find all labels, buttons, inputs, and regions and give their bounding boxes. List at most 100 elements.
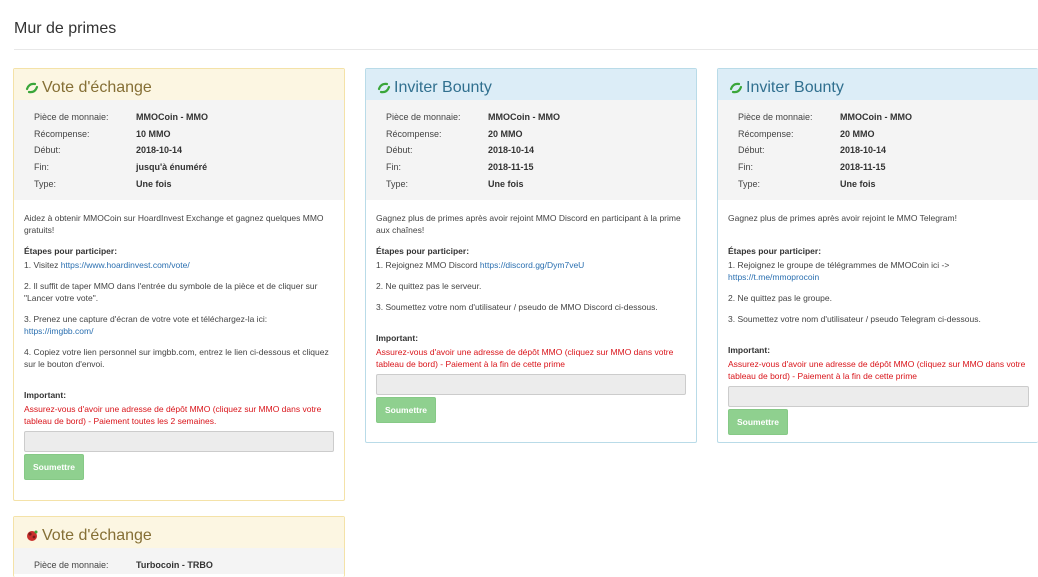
step-item: 3. Soumettez votre nom d'utilisateur / p…: [728, 313, 1028, 325]
bounty-details: Pièce de monnaie: MMOCoin - MMO Récompens…: [14, 100, 344, 200]
detail-value: 2018-10-14: [840, 145, 887, 156]
detail-row-type: Type: Une fois: [386, 175, 686, 192]
submit-button[interactable]: Soumettre: [376, 396, 437, 423]
telegram-username-input[interactable]: [728, 385, 1029, 407]
important-warning: Assurez-vous d'avoir une adresse de dépô…: [728, 358, 1026, 381]
step-item: 3. Soumettez votre nom d'utilisateur / p…: [376, 301, 686, 313]
detail-label: Type:: [34, 178, 57, 189]
card-header: Inviter Bounty: [718, 69, 1038, 100]
detail-label: Début:: [386, 145, 413, 156]
steps-heading: Étapes pour participer:: [376, 245, 470, 256]
step-item: 4. Copiez votre lien personnel sur imgbb…: [24, 346, 334, 370]
step-link[interactable]: https://discord.gg/Dym7veU: [480, 260, 584, 270]
detail-label: Pièce de monnaie:: [34, 560, 109, 571]
card-header: Inviter Bounty: [366, 69, 696, 100]
bounty-card-discord-invite: Inviter Bounty Pièce de monnaie: MMOCoin …: [365, 68, 697, 443]
steps-heading: Étapes pour participer:: [24, 245, 118, 256]
card-body: Gagnez plus de primes après avoir rejoin…: [366, 200, 696, 423]
detail-label: Récompense:: [34, 128, 90, 139]
card-header: Vote d'échange: [14, 69, 344, 100]
step-item: 1. Rejoignez MMO Discord https://discord…: [376, 259, 686, 271]
submit-button[interactable]: Soumettre: [24, 453, 85, 480]
page-title: Mur de primes: [14, 20, 117, 37]
mmocoin-logo-icon: [376, 80, 392, 96]
detail-row-start: Début: 2018-10-14: [386, 142, 686, 159]
step-item: 2. Ne quittez pas le serveur.: [376, 280, 686, 292]
detail-row-reward: Récompense: 20 MMO: [738, 126, 1028, 143]
detail-row-reward: Récompense: 20 MMO: [386, 126, 686, 143]
bounty-card-turbocoin-vote: Vote d'échange Pièce de monnaie: Turbocoi…: [13, 516, 345, 577]
important-heading: Important:: [376, 332, 419, 343]
bounty-intro: Aidez à obtenir MMOCoin sur HoardInvest …: [24, 212, 324, 235]
bounty-intro: Gagnez plus de primes après avoir rejoin…: [376, 212, 681, 235]
detail-row-end: Fin: jusqu'à énuméré: [34, 159, 334, 176]
detail-label: Fin:: [738, 162, 754, 173]
detail-value: jusqu'à énuméré: [136, 162, 208, 173]
detail-label: Type:: [386, 178, 409, 189]
card-body: Aidez à obtenir MMOCoin sur HoardInvest …: [14, 200, 344, 480]
turbocoin-logo-icon: [24, 528, 40, 544]
detail-value: Une fois: [488, 178, 524, 189]
mmocoin-logo-icon: [24, 80, 40, 96]
card-body: Gagnez plus de primes après avoir rejoin…: [718, 200, 1038, 435]
detail-label: Type:: [738, 178, 761, 189]
step-text: 2. Il suffit de taper MMO dans l'entrée …: [24, 280, 318, 303]
step-text: 2. Ne quittez pas le groupe.: [728, 292, 832, 303]
card-header: Vote d'échange: [14, 517, 344, 548]
step-text: 4. Copiez votre lien personnel sur imgbb…: [24, 346, 329, 369]
detail-value: MMOCoin - MMO: [136, 112, 208, 123]
card-title: Inviter Bounty: [746, 79, 844, 96]
detail-label: Pièce de monnaie:: [386, 112, 461, 123]
submission-input[interactable]: [24, 430, 334, 452]
card-title: Vote d'échange: [42, 527, 152, 544]
steps-heading: Étapes pour participer:: [728, 245, 822, 256]
step-text: 3. Prenez une capture d'écran de votre v…: [24, 313, 268, 324]
detail-row-coin: Pièce de monnaie: MMOCoin - MMO: [738, 109, 1028, 126]
step-item: 1. Rejoignez le groupe de télégrammes de…: [728, 259, 1028, 283]
detail-row-reward: Récompense: 10 MMO: [34, 126, 334, 143]
detail-label: Fin:: [386, 162, 402, 173]
detail-value: 10 MMO: [136, 128, 171, 139]
important-warning: Assurez-vous d'avoir une adresse de dépô…: [24, 403, 322, 426]
step-link[interactable]: https://t.me/mmoprocoin: [728, 272, 819, 282]
detail-label: Début:: [34, 145, 61, 156]
detail-value: 2018-10-14: [488, 145, 535, 156]
title-divider: [14, 49, 1038, 50]
detail-label: Pièce de monnaie:: [34, 112, 109, 123]
important-heading: Important:: [728, 344, 771, 355]
detail-value: 20 MMO: [488, 128, 523, 139]
step-item: 1. Visitez https://www.hoardinvest.com/v…: [24, 259, 334, 271]
detail-row-type: Type: Une fois: [34, 175, 334, 192]
step-link[interactable]: https://imgbb.com/: [24, 326, 93, 336]
mmocoin-logo-icon: [728, 80, 744, 96]
detail-row-start: Début: 2018-10-14: [34, 142, 334, 159]
step-item: 3. Prenez une capture d'écran de votre v…: [24, 313, 334, 337]
detail-row-coin: Pièce de monnaie: MMOCoin - MMO: [34, 109, 334, 126]
step-text: 3. Soumettez votre nom d'utilisateur / p…: [728, 313, 981, 324]
step-text: 1. Visitez: [24, 259, 61, 270]
bounty-details: Pièce de monnaie: MMOCoin - MMO Récompens…: [718, 100, 1038, 200]
detail-row-type: Type: Une fois: [738, 175, 1028, 192]
detail-value: 2018-11-15: [840, 162, 886, 173]
step-item: 2. Ne quittez pas le groupe.: [728, 292, 1028, 304]
detail-value: Turbocoin - TRBO: [136, 560, 213, 571]
detail-label: Récompense:: [738, 128, 794, 139]
detail-value: 20 MMO: [840, 128, 875, 139]
bounty-card-exchange-vote: Vote d'échange Pièce de monnaie: MMOCoin …: [13, 68, 345, 501]
discord-username-input[interactable]: [376, 373, 686, 395]
bounty-details: Pièce de monnaie: Turbocoin - TRBO: [14, 548, 344, 574]
submit-button[interactable]: Soumettre: [728, 408, 789, 435]
detail-label: Récompense:: [386, 128, 442, 139]
detail-row-end: Fin: 2018-11-15: [386, 159, 686, 176]
step-item: 2. Il suffit de taper MMO dans l'entrée …: [24, 280, 334, 304]
bounty-details: Pièce de monnaie: MMOCoin - MMO Récompens…: [366, 100, 696, 200]
detail-row-end: Fin: 2018-11-15: [738, 159, 1028, 176]
detail-row-coin: Pièce de monnaie: MMOCoin - MMO: [386, 109, 686, 126]
step-link[interactable]: https://www.hoardinvest.com/vote/: [61, 260, 190, 270]
card-title: Vote d'échange: [42, 79, 152, 96]
step-text: 1. Rejoignez le groupe de télégrammes de…: [728, 259, 950, 270]
step-text: 1. Rejoignez MMO Discord: [376, 259, 480, 270]
detail-value: MMOCoin - MMO: [840, 112, 912, 123]
step-text: 3. Soumettez votre nom d'utilisateur / p…: [376, 301, 658, 312]
detail-value: 2018-10-14: [136, 145, 183, 156]
